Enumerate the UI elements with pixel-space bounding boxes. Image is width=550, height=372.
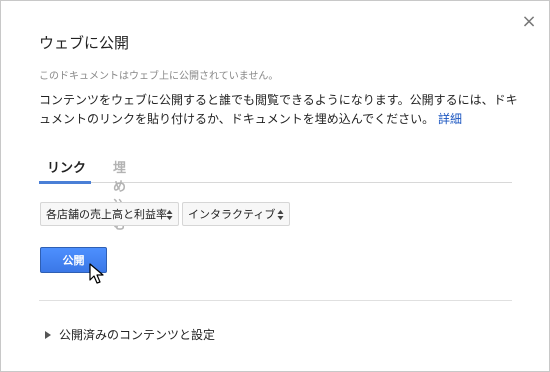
publish-status-text: このドキュメントはウェブ上に公開されていません。	[39, 71, 279, 82]
updown-arrow-icon	[277, 210, 284, 220]
dialog-description: コンテンツをウェブに公開すると誰でも閲覧できるようになります。公開するには、ドキ…	[39, 91, 519, 129]
tab-link[interactable]: リンク	[39, 155, 91, 184]
updown-arrow-icon	[166, 210, 173, 220]
dialog-title: ウェブに公開	[39, 34, 130, 52]
document-select-value: 各店舗の売上高と利益率	[46, 208, 167, 221]
tab-bar: リンク 埋め込む	[39, 155, 512, 233]
mouse-pointer-icon	[89, 263, 104, 284]
publish-to-web-dialog: × ウェブに公開 このドキュメントはウェブ上に公開されていません。 コンテンツを…	[0, 0, 550, 372]
mode-select-value: インタラクティブ	[188, 208, 276, 221]
document-select[interactable]: 各店舗の売上高と利益率	[40, 202, 179, 226]
close-icon[interactable]: ×	[521, 13, 537, 31]
mode-select[interactable]: インタラクティブ	[182, 202, 290, 226]
expander-label: 公開済みのコンテンツと設定	[59, 328, 216, 342]
tab-link-label: リンク	[47, 161, 87, 176]
divider	[39, 300, 512, 301]
triangle-right-icon	[45, 331, 51, 339]
details-link[interactable]: 詳細	[438, 112, 462, 126]
